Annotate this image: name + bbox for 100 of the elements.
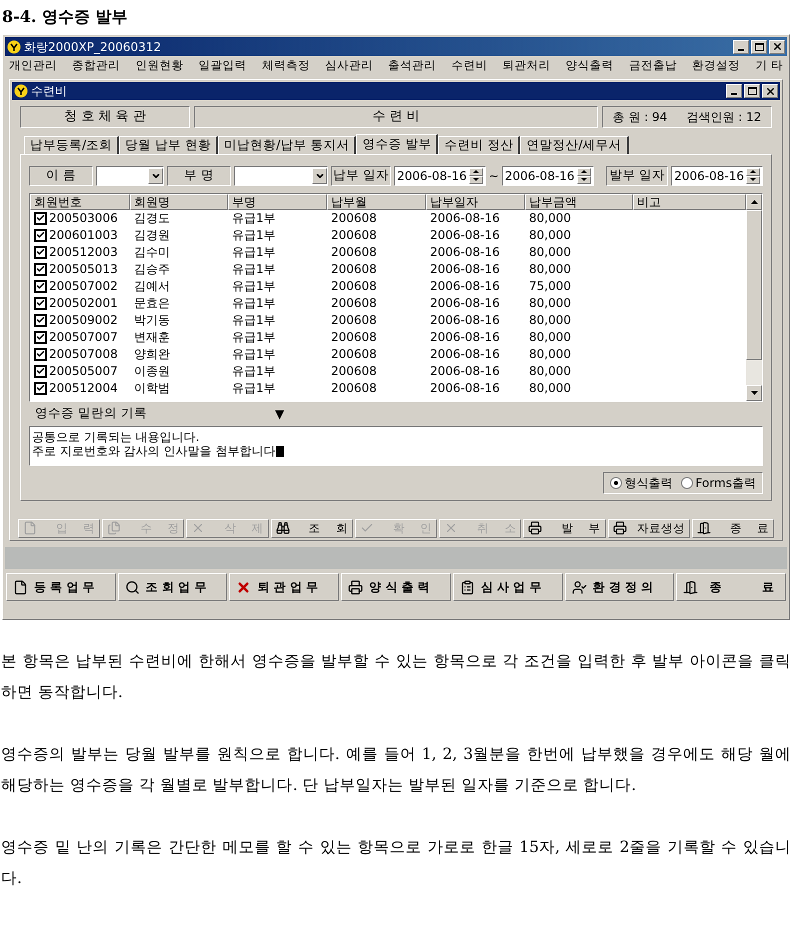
- table-cell: 유급1부: [232, 330, 276, 344]
- toolbar-button[interactable]: 발 부: [523, 518, 606, 538]
- radio-button[interactable]: [680, 476, 693, 488]
- column-header[interactable]: 비고: [633, 194, 746, 210]
- close-button[interactable]: [762, 84, 778, 98]
- table-cell: 2006-08-16: [430, 279, 500, 293]
- taskbar-button[interactable]: 종 료: [676, 573, 786, 601]
- menu-item[interactable]: 출석관리: [388, 57, 436, 75]
- table-cell: 80,000: [529, 381, 571, 395]
- menu-item[interactable]: 기 타: [755, 57, 783, 75]
- app-logo-icon: [7, 40, 21, 54]
- up-arrow-icon: [750, 170, 756, 173]
- menu-item[interactable]: 종합관리: [72, 57, 120, 75]
- menu-item[interactable]: 양식출력: [566, 57, 614, 75]
- row-checkbox[interactable]: [34, 348, 47, 360]
- table-cell: 유급1부: [232, 313, 276, 327]
- child-window-title: 수련비: [31, 83, 68, 100]
- table-cell: 김수미: [134, 245, 170, 259]
- tab[interactable]: 영수증 발부: [356, 134, 438, 154]
- spinner-icon[interactable]: [468, 168, 483, 184]
- toolbar-button[interactable]: 종 료: [692, 518, 774, 538]
- table-cell: 200608: [331, 279, 377, 293]
- column-header[interactable]: 납부금액: [525, 194, 633, 210]
- toolbar-button[interactable]: 자료생성: [608, 518, 690, 538]
- table-cell-text: 200512004: [49, 380, 118, 397]
- menu-item[interactable]: 환경설정: [692, 57, 740, 75]
- minimize-button[interactable]: [726, 84, 742, 98]
- row-checkbox[interactable]: [34, 382, 47, 394]
- menu-item[interactable]: 퇴관처리: [502, 57, 550, 75]
- column-header[interactable]: 납부월: [327, 194, 426, 210]
- table-cell: 200608: [331, 228, 377, 242]
- minimize-button[interactable]: [733, 40, 749, 54]
- app-logo-icon: [14, 84, 28, 98]
- table-cell: 2006-08-16: [430, 330, 500, 344]
- taskbar-button[interactable]: 퇴 관 업 무: [229, 573, 340, 601]
- table-cell: 유급1부: [232, 211, 276, 225]
- spinner-icon[interactable]: [746, 168, 760, 184]
- taskbar-button[interactable]: 심 사 업 무: [452, 573, 563, 601]
- close-button[interactable]: [769, 40, 785, 54]
- menu-item[interactable]: 일괄입력: [198, 57, 247, 75]
- menu-item[interactable]: 개인관리: [9, 57, 57, 75]
- up-arrow-icon: [750, 200, 758, 204]
- memo-field[interactable]: 공통으로 기록되는 내용입니다. 주로 지로번호와 감사의 인사말을 첨부합니다: [29, 426, 763, 466]
- door-icon: [696, 521, 711, 536]
- row-checkbox[interactable]: [34, 212, 47, 224]
- binoculars-icon: [276, 521, 290, 536]
- menu-item[interactable]: 심사관리: [324, 57, 373, 75]
- table-cell: 유급1부: [232, 347, 276, 361]
- taskbar-button[interactable]: 등 록 업 무: [6, 573, 116, 601]
- toolbar-button[interactable]: 조 회: [270, 518, 353, 538]
- name-dropdown[interactable]: [96, 166, 164, 186]
- menu-item[interactable]: 인원현황: [135, 57, 184, 75]
- row-checkbox[interactable]: [34, 262, 47, 276]
- document-icon: [23, 521, 37, 536]
- taskbar-button[interactable]: 환 경 정 의: [564, 573, 674, 601]
- row-checkbox[interactable]: [34, 314, 47, 326]
- issue-date-field[interactable]: 2006-08-16: [671, 166, 763, 186]
- radio-button[interactable]: [610, 476, 622, 488]
- menu-item[interactable]: 금전출납: [628, 57, 677, 75]
- menu-item[interactable]: 수련비: [451, 57, 488, 75]
- table-cell: 이학범: [134, 381, 170, 395]
- table-cell: 80,000: [529, 262, 571, 276]
- from-date-field[interactable]: 2006-08-16: [394, 166, 486, 186]
- column-header[interactable]: 회원명: [130, 194, 228, 210]
- table-cell: 80,000: [529, 228, 571, 242]
- tab[interactable]: 당월 납부 현황: [119, 136, 218, 154]
- taskbar-button[interactable]: 조 회 업 무: [118, 573, 228, 601]
- scrollbar[interactable]: [746, 194, 762, 400]
- tab[interactable]: 수련비 정산: [438, 136, 520, 154]
- row-checkbox[interactable]: [34, 330, 47, 344]
- door-icon: [683, 580, 698, 594]
- column-header[interactable]: 부명: [228, 194, 327, 210]
- magnifier-icon: [124, 580, 140, 594]
- spinner-icon[interactable]: [576, 168, 591, 184]
- member-total: 총 원 : 94: [612, 108, 668, 126]
- table-cell: 200608: [331, 313, 377, 327]
- maximize-button[interactable]: [744, 84, 760, 98]
- row-checkbox[interactable]: [34, 246, 47, 258]
- row-checkbox[interactable]: [34, 296, 47, 310]
- row-checkbox[interactable]: [34, 280, 47, 292]
- menu-item[interactable]: 체력측정: [262, 57, 310, 75]
- tab[interactable]: 연말정산/세무서: [520, 136, 629, 154]
- table-cell: 유급1부: [232, 228, 276, 242]
- row-checkbox[interactable]: [34, 228, 47, 242]
- row-checkbox[interactable]: [34, 364, 47, 378]
- column-header[interactable]: 납부일자: [426, 194, 525, 210]
- maximize-button[interactable]: [751, 40, 767, 54]
- table-cell-text: 200509002: [49, 312, 118, 329]
- tab[interactable]: 납부등록/조회: [24, 136, 120, 154]
- name-label: 이 름: [29, 166, 93, 186]
- paragraph: 영수증 밑 난의 기록은 간단한 메모를 할 수 있는 항목으로 가로로 한글 15자, 세로로 2줄을 기록할 수 있습니다.: [1, 837, 791, 889]
- dropdown-arrow[interactable]: ▼: [275, 404, 284, 422]
- table-cell-text: 200505013: [49, 261, 118, 278]
- table-cell: 변재훈: [134, 330, 170, 344]
- column-header[interactable]: 회원번호: [30, 194, 130, 210]
- table-cell: 박기동: [134, 313, 170, 327]
- department-dropdown[interactable]: [234, 166, 328, 186]
- table-cell: 김승주: [134, 262, 170, 276]
- taskbar-button[interactable]: 양 식 출 력: [341, 573, 451, 601]
- to-date-field[interactable]: 2006-08-16: [502, 166, 594, 186]
